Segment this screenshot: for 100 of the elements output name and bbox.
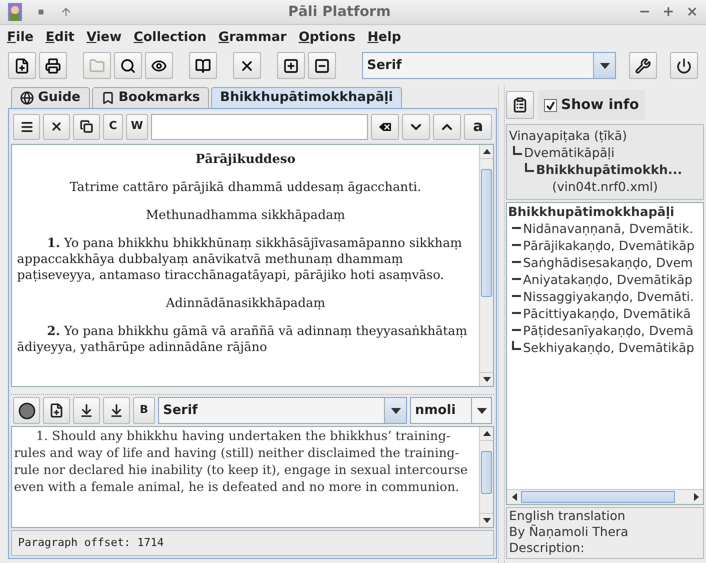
folder-icon [89, 58, 105, 74]
toolbar-button[interactable] [277, 52, 305, 79]
previous-button[interactable] [433, 114, 461, 140]
tree-item[interactable]: Pācittiyakaṇḍo, Dvemātikā [523, 304, 691, 322]
menu-item[interactable]: Help [364, 28, 404, 48]
accent-toggle[interactable]: a [464, 114, 492, 140]
record-button[interactable] [13, 397, 40, 424]
download-button[interactable] [73, 397, 100, 424]
app-logo-icon [8, 3, 22, 21]
new-file-button[interactable] [43, 397, 70, 424]
clear-button[interactable] [43, 114, 70, 140]
tree-item[interactable]: Pāṭidesanīyakaṇḍo, Dvemā [523, 322, 694, 339]
new-file-icon [14, 58, 30, 74]
splitter-handle[interactable] [11, 387, 494, 395]
tree-item[interactable]: Bhikkhupātimokkh... [536, 161, 682, 178]
case-toggle[interactable]: C [103, 114, 123, 140]
toolbar-button[interactable] [233, 52, 261, 79]
menu-item[interactable]: Edit [42, 28, 78, 48]
minus-icon [314, 58, 330, 74]
window-control[interactable]: − [638, 2, 651, 22]
toolbar-button[interactable] [189, 52, 217, 79]
description-line: English translation [509, 508, 626, 524]
window-menu-icon[interactable] [38, 9, 44, 15]
tree-item[interactable]: Saṅghādisesakaṇḍo, Dvem [523, 254, 693, 271]
scroll-down-arrow-icon[interactable] [482, 377, 490, 382]
search-icon [120, 58, 136, 74]
tree-item[interactable]: Sekhiyakaṇḍo, Dvemātikāp [523, 338, 694, 356]
wrench-icon [635, 58, 651, 74]
paragraph: 1. Yo pana bhikkhu bhikkhūnaṃ sikkhāsājīvasamāpanno sikkhaṃ appaccakkhāya dubbalyaṃ anāvikatvā methunaṃ dhammaṃ paṭiseveyya, antamaso tiracchānagatāyapi, pārājiko hoti asaṃvāso. [17, 235, 464, 283]
menu-item[interactable]: Options [296, 28, 359, 48]
toolbar-button[interactable] [145, 52, 173, 79]
power-icon [676, 58, 692, 74]
checkmark-icon [546, 100, 555, 110]
copy-icon [80, 120, 93, 133]
tree-item[interactable]: Nidānavaṇṇanā, Dvemātik. [523, 220, 694, 237]
tree-item[interactable]: Vinayapiṭaka (ṭīkā) [509, 127, 628, 144]
menu-item[interactable]: View [84, 28, 125, 48]
menu-item[interactable]: Grammar [215, 28, 290, 48]
notes-button[interactable] [506, 91, 534, 119]
eye-icon [151, 58, 167, 74]
toolbar-button[interactable] [8, 52, 36, 79]
vertical-scrollbar[interactable] [479, 427, 493, 527]
window-control[interactable]: × [686, 2, 698, 22]
translator-select[interactable]: nmoli [410, 397, 492, 424]
tree-item[interactable]: Aniyatakaṇḍo, Dvemātikāp [523, 270, 692, 288]
tree-corner-line [513, 146, 522, 155]
menu-icon [20, 120, 34, 134]
splitter-handle[interactable] [498, 86, 505, 563]
tab[interactable]: Bhikkhupātimokkhapāḷi [211, 87, 402, 108]
clipboard-icon [512, 97, 528, 113]
scroll-down-arrow-icon[interactable] [482, 518, 490, 523]
scroll-up-arrow-icon[interactable] [482, 431, 490, 436]
bookmark-icon [100, 91, 115, 105]
status-text: Paragraph offset: 1714 [18, 534, 164, 551]
new-file-icon [49, 403, 64, 418]
menu-item[interactable]: File [4, 28, 37, 48]
translation-text: 1. Should any bhikkhu having undertaken the bhikkhus’ training-rules and way of life and having (still) neither disclaimed the training-rule nor declared hiѳ inability (to keep it), engage in sexual intercourse even with a female animal, he is defeated and no more in communion. [13, 427, 469, 496]
backspace-button[interactable] [371, 114, 399, 140]
word-toggle[interactable]: W [126, 114, 148, 140]
centered-text: Adinnādānasikkhāpadaṃ [164, 295, 326, 311]
tools-button[interactable] [629, 52, 657, 79]
horizontal-scrollbar[interactable] [507, 489, 703, 504]
next-button[interactable] [402, 114, 430, 140]
arrow-up-icon[interactable] [60, 6, 72, 18]
download-all-button[interactable] [103, 397, 130, 424]
download-icon [109, 403, 124, 418]
scroll-left-arrow-icon[interactable] [512, 493, 516, 501]
vertical-scrollbar[interactable] [479, 145, 493, 386]
tree-item[interactable]: Pārājikakaṇḍo, Dvemātikāp [523, 236, 695, 254]
menu-button[interactable] [13, 114, 40, 140]
window-control[interactable]: + [662, 2, 674, 22]
show-info-checkbox[interactable]: Show info [538, 90, 645, 120]
file-name: (vin04t.nrf0.xml) [552, 179, 658, 194]
font-select[interactable]: Serif [362, 52, 616, 79]
section-title: Pārājikuddeso [194, 151, 296, 167]
tree-item[interactable]: Dvemātikāpāḷi [524, 144, 614, 161]
toolbar-button[interactable] [308, 52, 336, 79]
font-select[interactable]: Serif [158, 397, 407, 424]
book-icon [195, 58, 211, 74]
close-icon [50, 120, 63, 133]
search-field[interactable] [151, 114, 368, 140]
plus-icon [283, 58, 299, 74]
dropdown-arrow-icon [390, 408, 400, 414]
scroll-right-arrow-icon[interactable] [694, 493, 698, 501]
toolbar-button[interactable] [39, 52, 67, 79]
tree-item[interactable]: Nissaggiyakaṇḍo, Dvemāti. [523, 288, 694, 305]
tab[interactable]: Bookmarks [92, 87, 210, 108]
power-button[interactable] [670, 52, 698, 79]
tab[interactable]: Guide [11, 87, 90, 108]
copy-button[interactable] [73, 114, 100, 140]
tree-corner-line [512, 340, 521, 350]
centered-text: Tatrime cattāro pārājikā dhammā uddesaṃ āgacchanti. [68, 179, 422, 195]
tree-item[interactable]: Bhikkhupātimokkhapāḷi [508, 202, 674, 220]
globe-icon [20, 91, 34, 105]
menu-item[interactable]: Collection [130, 28, 210, 48]
description-line: Description: [509, 540, 586, 556]
bold-toggle[interactable]: B [133, 397, 155, 424]
toolbar-button[interactable] [114, 52, 142, 79]
scroll-up-arrow-icon[interactable] [482, 149, 490, 154]
tree-corner-line [525, 163, 534, 172]
